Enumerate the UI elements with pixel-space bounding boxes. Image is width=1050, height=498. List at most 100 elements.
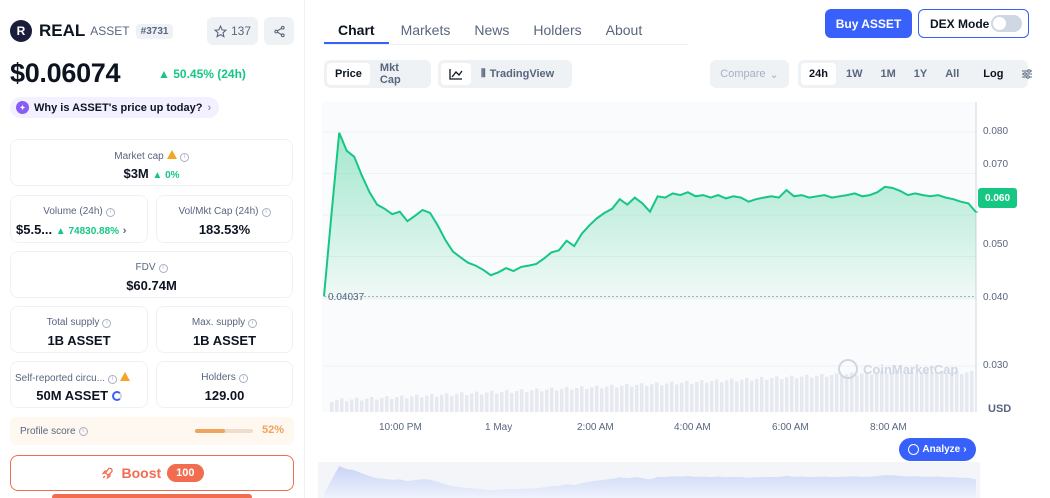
volume-bar [565, 387, 569, 412]
y-tick-label: 0.030 [983, 360, 1009, 371]
volume-bar [485, 392, 489, 412]
volume-bar [575, 388, 579, 412]
volume-bar [470, 393, 474, 412]
volume-bar [960, 374, 964, 412]
analyze-button[interactable]: Analyze › [899, 438, 976, 461]
volume-bar [730, 378, 734, 412]
volume-bar [680, 382, 684, 412]
volume-bar [615, 387, 619, 412]
volume-bar [930, 374, 934, 412]
volume-bar [425, 395, 429, 412]
volume-bar [970, 371, 974, 412]
currency-label: USD [988, 403, 1012, 415]
x-tick-label: 1 May [485, 422, 513, 433]
chevron-right-icon: › [963, 444, 967, 455]
volume-bar [625, 383, 629, 412]
x-tick-label: 8:00 AM [870, 422, 907, 433]
volume-bar [410, 396, 414, 412]
volume-bar [595, 385, 599, 412]
volume-bar [395, 397, 399, 412]
volume-bar [570, 389, 574, 412]
volume-bar [765, 379, 769, 412]
volume-bar [790, 375, 794, 412]
volume-bar [520, 389, 524, 412]
volume-bar [355, 397, 359, 412]
volume-bar [835, 373, 839, 412]
volume-bar [805, 374, 809, 412]
volume-bar [385, 396, 389, 412]
volume-bar [840, 376, 844, 412]
chart-navigator[interactable] [318, 462, 980, 498]
volume-bar [650, 384, 654, 412]
volume-bar [710, 381, 714, 412]
volume-bar [450, 395, 454, 412]
volume-bar [605, 386, 609, 412]
volume-bar [560, 388, 564, 412]
volume-bar [345, 401, 349, 412]
volume-bar [755, 378, 759, 412]
volume-bar [750, 380, 754, 412]
volume-bar [700, 380, 704, 412]
volume-bar [860, 373, 864, 412]
page: R REAL ASSET #3731 137 $0.06074 ▲ 50.45%… [0, 0, 1050, 498]
volume-bar [610, 384, 614, 412]
volume-bar [415, 394, 419, 412]
volume-bar [740, 379, 744, 412]
volume-bar [780, 379, 784, 412]
volume-bar [445, 393, 449, 412]
volume-bar [620, 385, 624, 412]
volume-bar [795, 378, 799, 412]
volume-bar [845, 374, 849, 412]
coinmarketcap-logo-icon [838, 359, 858, 379]
current-price-tag: 0.060 [978, 188, 1017, 208]
volume-bar [820, 374, 824, 412]
volume-bar [775, 376, 779, 412]
volume-bar [660, 385, 664, 412]
volume-bar [705, 382, 709, 412]
volume-bar [510, 392, 514, 412]
volume-bar [720, 382, 724, 412]
volume-bar [785, 377, 789, 412]
volume-bar [900, 374, 904, 412]
volume-bar [600, 388, 604, 412]
volume-bar [505, 390, 509, 412]
volume-bar [965, 372, 969, 412]
coinmarketcap-watermark: CoinMarketCap [838, 359, 958, 379]
volume-bar [330, 402, 334, 412]
volume-bar [640, 383, 644, 412]
y-tick-label: 0.040 [983, 292, 1009, 303]
volume-bar [715, 379, 719, 412]
volume-bar [555, 390, 559, 412]
volume-bar [695, 381, 699, 412]
volume-bar [870, 374, 874, 412]
volume-bar [580, 386, 584, 412]
volume-bar [475, 391, 479, 412]
volume-bar [735, 381, 739, 412]
volume-bar [430, 393, 434, 412]
volume-bar [915, 374, 919, 412]
volume-bar [420, 397, 424, 412]
volume-bar [585, 389, 589, 412]
volume-bar [340, 398, 344, 412]
volume-bar [365, 398, 369, 412]
volume-bar [655, 382, 659, 412]
volume-bar [465, 395, 469, 412]
volume-bar [390, 398, 394, 412]
volume-bar [830, 375, 834, 412]
volume-bar [500, 391, 504, 412]
volume-bar [745, 377, 749, 412]
x-tick-label: 2:00 AM [577, 422, 614, 433]
volume-bar [855, 375, 859, 412]
ai-icon [908, 444, 920, 455]
volume-bar [490, 390, 494, 412]
volume-bar [440, 394, 444, 412]
low-price-label: 0.04037 [328, 292, 365, 303]
volume-bar [435, 396, 439, 412]
volume-bar [685, 380, 689, 412]
volume-bar [405, 398, 409, 412]
volume-bar [810, 377, 814, 412]
volume-bar [635, 384, 639, 412]
volume-bar [800, 376, 804, 412]
volume-bar [460, 392, 464, 412]
volume-bar [360, 400, 364, 412]
